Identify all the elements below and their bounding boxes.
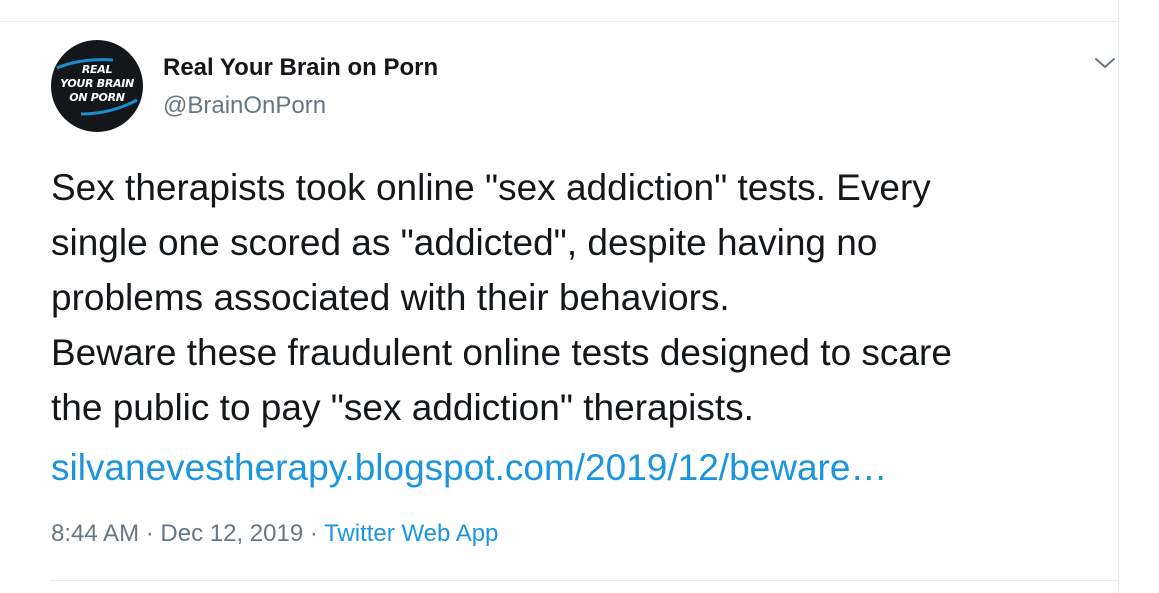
tweet-time[interactable]: 8:44 AM: [51, 520, 139, 547]
tweet-meta: 8:44 AM · Dec 12, 2019 · Twitter Web App: [51, 520, 498, 548]
tweet-text-line: problems associated with their behaviors…: [51, 277, 730, 318]
tweet-text-line: single one scored as "addicted", despite…: [51, 222, 878, 263]
meta-separator: ·: [309, 520, 318, 547]
tweet-text-line: the public to pay "sex addiction" therap…: [51, 387, 754, 428]
tweet-link[interactable]: silvanevestherapy.blogspot.com/2019/12/b…: [51, 440, 887, 495]
tweet-card: REAL YOUR BRAIN ON PORN Real Your Brain …: [0, 0, 1159, 593]
tweet-source-link[interactable]: Twitter Web App: [324, 520, 498, 547]
avatar-logo-line-3: ON PORN: [69, 91, 125, 104]
top-divider: [0, 21, 1118, 22]
author-handle[interactable]: @BrainOnPorn: [163, 92, 326, 120]
tweet-date[interactable]: Dec 12, 2019: [160, 520, 303, 547]
tweet-text-line: Sex therapists took online "sex addictio…: [51, 167, 931, 208]
right-border: [1118, 0, 1119, 593]
avatar-logo-text: REAL YOUR BRAIN ON PORN: [51, 63, 143, 105]
avatar-logo-line-2: YOUR BRAIN: [60, 77, 134, 90]
tweet-text-line: Beware these fraudulent online tests des…: [51, 332, 952, 373]
bottom-divider: [50, 580, 1118, 581]
author-name[interactable]: Real Your Brain on Porn: [163, 54, 438, 82]
avatar-logo-line-1: REAL: [81, 63, 113, 76]
meta-separator: ·: [145, 520, 154, 547]
tweet-text: Sex therapists took online "sex addictio…: [51, 160, 1111, 435]
chevron-down-icon[interactable]: [1092, 52, 1118, 74]
avatar[interactable]: REAL YOUR BRAIN ON PORN: [51, 40, 143, 132]
